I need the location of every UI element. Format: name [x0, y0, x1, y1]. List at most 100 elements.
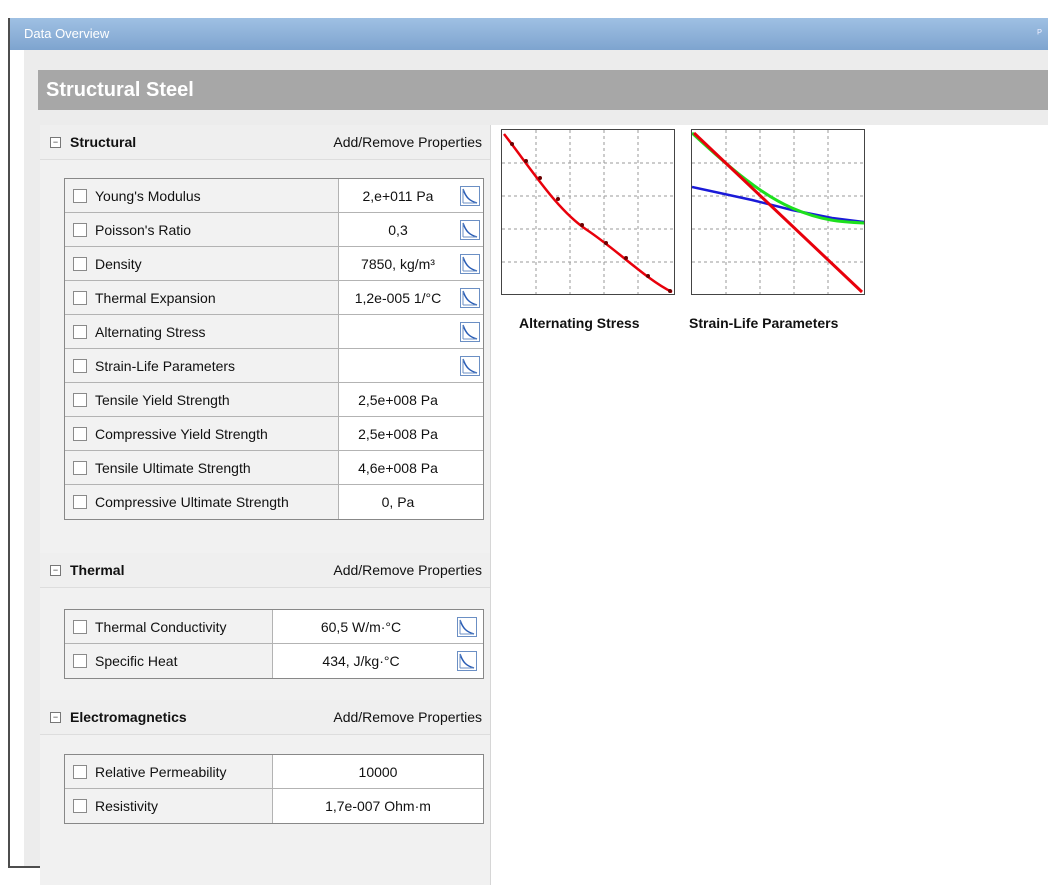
strain-life-red-curve: [692, 131, 864, 294]
property-row[interactable]: Density 7850, kg/m³: [65, 247, 483, 281]
property-checkbox[interactable]: [73, 765, 87, 779]
property-name-cell: Strain-Life Parameters: [65, 349, 339, 382]
property-value[interactable]: 60,5 W/m·°C: [273, 610, 449, 643]
property-label: Alternating Stress: [95, 324, 206, 340]
property-label: Compressive Ultimate Strength: [95, 494, 289, 510]
property-checkbox[interactable]: [73, 223, 87, 237]
section-header-structural: − Structural Add/Remove Properties: [40, 125, 490, 160]
alternating-stress-thumbnail[interactable]: [501, 129, 675, 295]
alternating-stress-curve: [503, 133, 673, 294]
property-row[interactable]: Specific Heat 434, J/kg·°C: [65, 644, 483, 678]
section-thermal: − Thermal Add/Remove Properties Thermal …: [40, 553, 490, 679]
property-row[interactable]: Poisson's Ratio 0,3: [65, 213, 483, 247]
property-value[interactable]: 1,7e-007 Ohm·m: [273, 789, 483, 823]
property-row[interactable]: Thermal Expansion 1,2e-005 1/°C: [65, 281, 483, 315]
section-header-thermal: − Thermal Add/Remove Properties: [40, 553, 490, 588]
property-table-thermal: Thermal Conductivity 60,5 W/m·°C Specific …: [64, 609, 484, 679]
alternating-stress-plot: [502, 130, 674, 294]
section-title: Electromagnetics: [70, 709, 187, 725]
property-row[interactable]: Young's Modulus 2,e+011 Pa: [65, 179, 483, 213]
property-row[interactable]: Relative Permeability 10000: [65, 755, 483, 789]
property-row[interactable]: Compressive Ultimate Strength 0, Pa: [65, 485, 483, 519]
collapse-icon[interactable]: −: [50, 712, 61, 723]
property-value[interactable]: 434, J/kg·°C: [273, 644, 449, 678]
property-row[interactable]: Alternating Stress: [65, 315, 483, 349]
property-checkbox[interactable]: [73, 654, 87, 668]
property-name-cell: Compressive Yield Strength: [65, 417, 339, 450]
property-value[interactable]: 2,5e+008 Pa: [339, 417, 457, 450]
curve-icon[interactable]: [457, 651, 477, 671]
property-value[interactable]: 2,e+011 Pa: [339, 179, 457, 212]
curve-icon[interactable]: [460, 288, 480, 308]
data-overview-window: Data Overview ᴾ Structural Steel − Struc…: [8, 18, 1048, 885]
curve-icon[interactable]: [460, 356, 480, 376]
property-name-cell: Resistivity: [65, 789, 273, 823]
property-name-cell: Thermal Expansion: [65, 281, 339, 314]
property-checkbox[interactable]: [73, 799, 87, 813]
property-checkbox[interactable]: [73, 620, 87, 634]
property-checkbox[interactable]: [73, 427, 87, 441]
add-remove-properties-link[interactable]: Add/Remove Properties: [333, 553, 482, 587]
property-row[interactable]: Tensile Yield Strength 2,5e+008 Pa: [65, 383, 483, 417]
curve-icon[interactable]: [460, 322, 480, 342]
property-value[interactable]: 2,5e+008 Pa: [339, 383, 457, 416]
property-checkbox[interactable]: [73, 291, 87, 305]
plot-grid: [502, 130, 674, 294]
add-remove-properties-link[interactable]: Add/Remove Properties: [333, 125, 482, 159]
chart-preview-pane: Alternating Stress Strain-Life Parameter…: [490, 125, 1048, 885]
property-label: Compressive Yield Strength: [95, 426, 268, 442]
property-value[interactable]: [339, 349, 457, 382]
property-value[interactable]: 0,3: [339, 213, 457, 246]
curve-icon[interactable]: [460, 186, 480, 206]
curve-icon[interactable]: [460, 254, 480, 274]
property-name-cell: Thermal Conductivity: [65, 610, 273, 643]
property-value[interactable]: 1,2e-005 1/°C: [339, 281, 457, 314]
window-title: Data Overview: [24, 26, 110, 41]
property-row[interactable]: Thermal Conductivity 60,5 W/m·°C: [65, 610, 483, 644]
property-label: Strain-Life Parameters: [95, 358, 236, 374]
curve-icon[interactable]: [460, 220, 480, 240]
property-value[interactable]: 4,6e+008 Pa: [339, 451, 457, 484]
section-structural: − Structural Add/Remove Properties Young…: [40, 125, 490, 520]
property-label: Thermal Expansion: [95, 290, 216, 306]
section-title: Structural: [70, 134, 137, 150]
property-value[interactable]: [339, 315, 457, 348]
property-name-cell: Tensile Ultimate Strength: [65, 451, 339, 484]
pin-icon[interactable]: ᴾ: [1037, 18, 1042, 50]
property-table-structural: Young's Modulus 2,e+011 Pa Poisson's Ratio…: [64, 178, 484, 520]
collapse-icon[interactable]: −: [50, 565, 61, 576]
property-value[interactable]: 0, Pa: [339, 485, 457, 519]
collapse-icon[interactable]: −: [50, 137, 61, 148]
property-row[interactable]: Resistivity 1,7e-007 Ohm·m: [65, 789, 483, 823]
property-row[interactable]: Compressive Yield Strength 2,5e+008 Pa: [65, 417, 483, 451]
property-row[interactable]: Strain-Life Parameters: [65, 349, 483, 383]
property-checkbox[interactable]: [73, 393, 87, 407]
curve-icon[interactable]: [457, 617, 477, 637]
property-label: Thermal Conductivity: [95, 619, 227, 635]
property-checkbox[interactable]: [73, 495, 87, 509]
property-name-cell: Compressive Ultimate Strength: [65, 485, 339, 519]
property-checkbox[interactable]: [73, 257, 87, 271]
section-electromagnetics: − Electromagnetics Add/Remove Properties…: [40, 700, 490, 824]
property-checkbox[interactable]: [73, 359, 87, 373]
strain-life-blue-curve: [691, 185, 865, 224]
section-title: Thermal: [70, 562, 125, 578]
property-name-cell: Density: [65, 247, 339, 280]
properties-pane: − Structural Add/Remove Properties Young…: [40, 125, 490, 885]
property-value[interactable]: 10000: [273, 755, 483, 788]
property-value[interactable]: 7850, kg/m³: [339, 247, 457, 280]
add-remove-properties-link[interactable]: Add/Remove Properties: [333, 700, 482, 734]
property-label: Specific Heat: [95, 653, 178, 669]
property-row[interactable]: Tensile Ultimate Strength 4,6e+008 Pa: [65, 451, 483, 485]
property-label: Poisson's Ratio: [95, 222, 192, 238]
alternating-stress-points: [510, 142, 672, 293]
strain-life-thumbnail[interactable]: [690, 129, 865, 295]
property-label: Tensile Yield Strength: [95, 392, 230, 408]
material-name-banner: Structural Steel: [38, 70, 1048, 110]
property-label: Density: [95, 256, 142, 272]
property-checkbox[interactable]: [73, 461, 87, 475]
property-label: Resistivity: [95, 798, 159, 814]
property-checkbox[interactable]: [73, 325, 87, 339]
property-name-cell: Young's Modulus: [65, 179, 339, 212]
property-checkbox[interactable]: [73, 189, 87, 203]
